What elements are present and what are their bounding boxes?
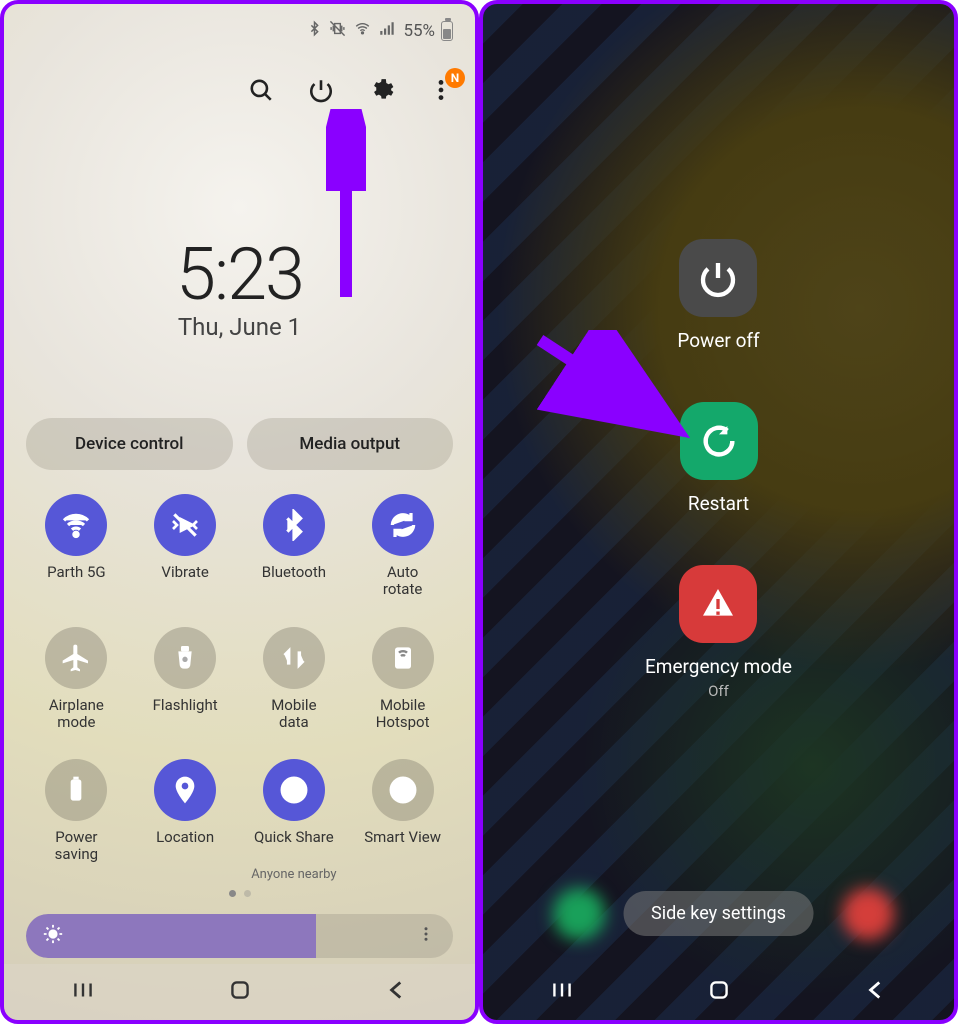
restart-label: Restart <box>688 492 749 515</box>
bluetooth-status-icon <box>307 20 322 42</box>
qs-sublabel: Anyone nearby <box>251 867 336 882</box>
sview-icon <box>372 759 434 821</box>
vibrate-icon <box>154 494 216 556</box>
qs-label: Parth 5G <box>47 564 106 598</box>
rotate-icon <box>372 494 434 556</box>
device-control-pill[interactable]: Device control <box>26 418 233 470</box>
qs-tile-location[interactable]: Location <box>131 759 240 882</box>
notification-badge: N <box>445 68 465 88</box>
dock-blur <box>842 888 894 940</box>
qs-label: Location <box>156 829 214 863</box>
quick-settings-grid: Parth 5G Vibrate Bluetooth Auto rotate Airpl… <box>22 494 457 882</box>
restart-icon <box>680 402 758 480</box>
status-bar: 55% <box>307 20 453 42</box>
qs-tile-wifi[interactable]: Parth 5G <box>22 494 131 599</box>
qs-label: Mobile data <box>271 697 316 732</box>
home-button[interactable] <box>227 977 253 1007</box>
clock-area: 5:23 Thu, June 1 <box>4 232 475 341</box>
wifi-icon <box>45 494 107 556</box>
power-off-label: Power off <box>677 329 759 352</box>
qs-label: Quick Share <box>254 829 334 863</box>
hotspot-icon <box>372 627 434 689</box>
control-pills: Device control Media output <box>26 418 453 470</box>
psave-icon <box>45 759 107 821</box>
airplane-icon <box>45 627 107 689</box>
back-button[interactable] <box>863 977 889 1007</box>
power-menu: Power off Restart Emergency mode Off <box>483 239 954 700</box>
navigation-bar <box>483 964 954 1020</box>
bt-icon <box>263 494 325 556</box>
qs-tile-hotspot[interactable]: Mobile Hotspot <box>348 627 457 732</box>
brightness-icon <box>42 923 64 949</box>
search-button[interactable] <box>245 74 277 106</box>
qs-label: Flashlight <box>153 697 218 731</box>
recents-button[interactable] <box>549 977 575 1007</box>
qs-tile-flash[interactable]: Flashlight <box>131 627 240 732</box>
signal-status-icon <box>378 21 395 41</box>
pager-dots <box>229 890 251 897</box>
flash-icon <box>154 627 216 689</box>
navigation-bar <box>4 964 475 1020</box>
emergency-icon <box>679 565 757 643</box>
qs-label: Airplane mode <box>49 697 104 732</box>
power-off-item[interactable]: Power off <box>677 239 759 352</box>
settings-button[interactable] <box>365 74 397 106</box>
emergency-label: Emergency mode <box>645 655 792 678</box>
qshare-icon <box>263 759 325 821</box>
power-button[interactable] <box>305 74 337 106</box>
vibrate-status-icon <box>328 20 347 42</box>
qs-label: Bluetooth <box>262 564 326 598</box>
battery-icon <box>441 21 453 41</box>
location-icon <box>154 759 216 821</box>
power-menu-screen: Power off Restart Emergency mode Off Sid… <box>479 0 958 1024</box>
dock-blur <box>553 888 605 940</box>
recents-button[interactable] <box>70 977 96 1007</box>
emergency-state: Off <box>708 682 729 700</box>
qs-label: Smart View <box>364 829 441 863</box>
qs-label: Power saving <box>55 829 98 864</box>
home-button[interactable] <box>706 977 732 1007</box>
quick-settings-panel: 55% N 5:23 Thu, June 1 Device control Me… <box>0 0 479 1024</box>
back-button[interactable] <box>384 977 410 1007</box>
clock-time: 5:23 <box>4 232 475 317</box>
restart-item[interactable]: Restart <box>680 402 758 515</box>
brightness-fill <box>26 914 316 958</box>
qs-label: Mobile Hotspot <box>376 697 430 732</box>
qs-tile-mdata[interactable]: Mobile data <box>240 627 349 732</box>
qs-tile-airplane[interactable]: Airplane mode <box>22 627 131 732</box>
media-output-pill[interactable]: Media output <box>247 418 454 470</box>
panel-top-actions: N <box>245 74 457 106</box>
mdata-icon <box>263 627 325 689</box>
clock-date: Thu, June 1 <box>4 313 475 341</box>
qs-label: Auto rotate <box>383 564 422 599</box>
emergency-item[interactable]: Emergency mode Off <box>645 565 792 700</box>
brightness-more-icon[interactable] <box>417 925 435 947</box>
wifi-status-icon <box>353 21 372 41</box>
qs-tile-psave[interactable]: Power saving <box>22 759 131 882</box>
brightness-slider[interactable] <box>26 914 453 958</box>
qs-tile-sview[interactable]: Smart View <box>348 759 457 882</box>
qs-tile-qshare[interactable]: Quick Share Anyone nearby <box>240 759 349 882</box>
qs-label: Vibrate <box>161 564 208 598</box>
qs-tile-rotate[interactable]: Auto rotate <box>348 494 457 599</box>
qs-tile-bt[interactable]: Bluetooth <box>240 494 349 599</box>
more-button[interactable]: N <box>425 74 457 106</box>
qs-tile-vibrate[interactable]: Vibrate <box>131 494 240 599</box>
side-key-settings-button[interactable]: Side key settings <box>623 891 814 936</box>
battery-percent: 55% <box>403 21 435 41</box>
power-off-icon <box>679 239 757 317</box>
